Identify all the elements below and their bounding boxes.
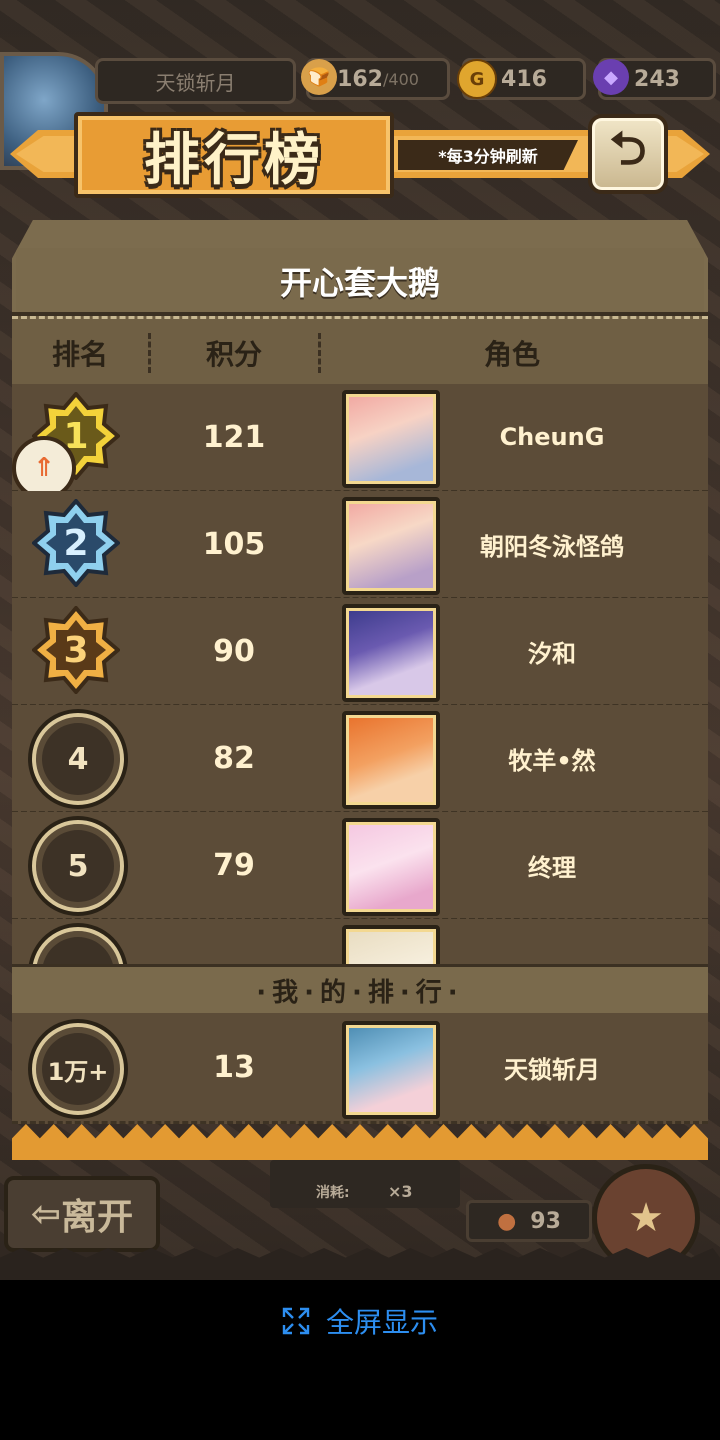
top-bar: 天锁斩月 🍞 162/400 G 416 ◆ 243 xyxy=(0,52,720,170)
gem-value: 243 xyxy=(634,66,680,92)
leaderboard-panel: 开心套大鹅 排名 积分 角色 1 ⇑ 121 CheunG 2 105 朝阳冬泳… xyxy=(12,220,708,1160)
expand-icon xyxy=(282,1307,310,1335)
character-portrait[interactable] xyxy=(342,818,440,916)
table-row[interactable] xyxy=(12,919,708,964)
player-name: 天锁斩月 xyxy=(95,58,296,104)
star-coin-icon: ★ xyxy=(628,1195,664,1241)
panel-bottom-edge xyxy=(12,1124,708,1160)
leave-label: 离开 xyxy=(61,1197,134,1238)
refresh-note: *每3分钟刷新 xyxy=(398,140,578,170)
title-plate: 排行榜 xyxy=(74,112,394,198)
leaderboard-header: 排行榜 *每3分钟刷新 ⮌ xyxy=(10,112,710,198)
column-character: 角色 xyxy=(483,338,540,371)
rank-badge xyxy=(32,927,124,964)
rank-badge: 5 xyxy=(32,820,124,912)
my-rank-divider: ·我·的·排·行· xyxy=(12,964,708,1016)
rank-number: 3 xyxy=(63,629,89,671)
rank-badge: 4 xyxy=(32,713,124,805)
back-button[interactable]: ⮌ xyxy=(588,114,668,194)
fullscreen-label: 全屏显示 xyxy=(325,1306,438,1339)
character-portrait[interactable] xyxy=(342,1021,440,1119)
purple-gem-icon: ◆ xyxy=(593,59,629,95)
cost-label: 消耗: xyxy=(316,1185,350,1201)
column-score: 积分 xyxy=(205,338,262,371)
left-arrow-icon: ⇦ xyxy=(30,1193,62,1235)
score: 121 xyxy=(202,419,266,455)
ranking-list[interactable]: 1 ⇑ 121 CheunG 2 105 朝阳冬泳怪鸽 3 90 汐和 4 82… xyxy=(12,384,708,964)
table-row[interactable]: 1 ⇑ 121 CheunG xyxy=(12,384,708,500)
rank-badge: 1万+ xyxy=(32,1023,124,1115)
character-name: CheunG xyxy=(499,423,605,451)
rank-number: 2 xyxy=(63,522,89,564)
table-row[interactable]: 2 105 朝阳冬泳怪鸽 xyxy=(12,491,708,600)
character-name: 天锁斩月 xyxy=(504,1055,600,1084)
coin-counter: ● 93 xyxy=(466,1200,592,1242)
character-name: 汐和 xyxy=(528,639,576,668)
return-arrow-icon: ⮌ xyxy=(609,121,647,175)
gem-counter[interactable]: ◆ 243 xyxy=(593,58,716,100)
bread-icon: 🍞 xyxy=(301,59,337,95)
score: 13 xyxy=(213,1049,255,1085)
game-screen: 天锁斩月 🍞 162/400 G 416 ◆ 243 排行榜 *每3分钟刷新 ⮌… xyxy=(0,0,720,1280)
table-row[interactable]: 5 79 终理 xyxy=(12,812,708,921)
character-portrait[interactable] xyxy=(342,925,440,964)
score: 90 xyxy=(213,633,255,669)
stamina-value: 162 xyxy=(337,66,383,92)
character-portrait[interactable] xyxy=(342,390,440,488)
stamina-counter[interactable]: 🍞 162/400 xyxy=(301,58,450,100)
table-row[interactable]: 3 90 汐和 xyxy=(12,598,708,707)
character-name: 朝阳冬泳怪鸽 xyxy=(480,532,624,561)
score: 79 xyxy=(213,847,255,883)
character-portrait[interactable] xyxy=(342,497,440,595)
cost-box: 消耗: ×3 xyxy=(270,1160,460,1208)
character-name: 终理 xyxy=(528,853,576,882)
character-name: 牧羊•然 xyxy=(508,746,596,775)
character-portrait[interactable] xyxy=(342,604,440,702)
column-divider xyxy=(148,333,151,373)
character-portrait[interactable] xyxy=(342,711,440,809)
fullscreen-button[interactable]: 全屏显示 xyxy=(0,1296,720,1346)
silver-medal-icon: 2 xyxy=(32,499,120,587)
table-row[interactable]: 4 82 牧羊•然 xyxy=(12,705,708,814)
page-title: 排行榜 xyxy=(144,127,324,193)
gold-counter[interactable]: G 416 xyxy=(457,58,586,100)
table-header: 排名 积分 角色 xyxy=(12,316,708,390)
bronze-medal-icon: 3 xyxy=(32,606,120,694)
stamina-max: /400 xyxy=(383,69,419,89)
score: 82 xyxy=(213,740,255,776)
coin-icon: ● xyxy=(497,1208,517,1234)
score: 105 xyxy=(202,526,266,562)
cost-amount: ×3 xyxy=(388,1182,413,1201)
leave-button[interactable]: ⇦ 离开 xyxy=(4,1176,160,1252)
column-rank: 排名 xyxy=(51,338,108,371)
coin-value: 93 xyxy=(530,1208,561,1234)
my-rank-row[interactable]: 1万+ 13 天锁斩月 xyxy=(12,1013,708,1124)
gold-value: 416 xyxy=(501,66,547,92)
board-title: 开心套大鹅 xyxy=(279,264,440,302)
gold-coin-icon: G xyxy=(457,59,497,99)
column-divider xyxy=(318,333,321,373)
